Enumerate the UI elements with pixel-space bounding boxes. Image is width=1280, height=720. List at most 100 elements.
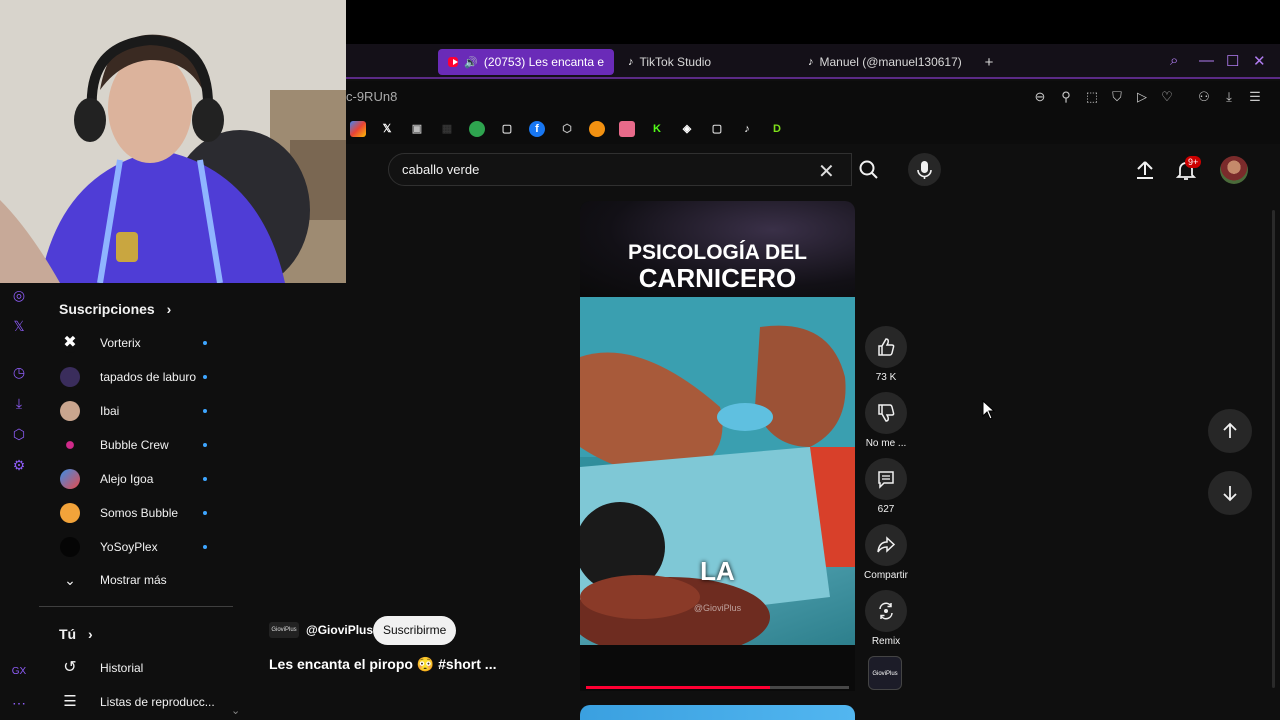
sidebar-item-vorterix[interactable]: ✖ Vorterix <box>60 330 220 356</box>
remix-button[interactable] <box>865 590 907 632</box>
short-video-frame <box>580 297 855 657</box>
previous-short-button[interactable] <box>1208 409 1252 453</box>
webcam-overlay <box>0 0 346 283</box>
bookmark-dark-icon[interactable]: ▦ <box>439 121 455 137</box>
send-icon[interactable]: ▷ <box>1133 88 1151 106</box>
more-icon[interactable]: ⋯ <box>10 694 28 712</box>
next-short-preview[interactable] <box>580 705 855 720</box>
download-icon[interactable]: ⤓ <box>10 394 28 412</box>
chevron-down-icon: ⌄ <box>64 572 76 588</box>
sidebar-item-label: Alejo Igoa <box>100 472 154 486</box>
gx-icon[interactable]: GX <box>10 663 28 681</box>
sidebar-item-somos-bubble[interactable]: Somos Bubble <box>60 500 220 526</box>
account-icon[interactable]: ⚇ <box>1195 88 1213 106</box>
tiktok-icon: ♪ <box>628 56 634 68</box>
sidebar-item-label: Vorterix <box>100 336 141 350</box>
new-tab-button[interactable]: + <box>978 49 1000 75</box>
user-avatar[interactable] <box>1220 156 1248 184</box>
arrow-up-icon <box>1223 422 1237 438</box>
bookmark-page-icon[interactable]: ▢ <box>499 121 515 137</box>
search-button[interactable] <box>852 153 886 186</box>
thumbs-down-icon <box>878 404 895 422</box>
sidebar-item-label: Somos Bubble <box>100 506 179 520</box>
heart-icon[interactable]: ♡ <box>1158 88 1176 106</box>
bookmark-d-icon[interactable]: D <box>769 121 785 137</box>
sidebar-item-tapados-de-laburo[interactable]: tapados de laburo <box>60 364 220 390</box>
upload-icon <box>1137 161 1153 179</box>
instagram-icon[interactable]: ◎ <box>10 286 28 304</box>
snapshot-icon[interactable]: ⬚ <box>1083 88 1101 106</box>
browser-tab-tiktok-profile[interactable]: ♪ Manuel (@manuel130617) <box>798 49 978 75</box>
sidebar-item-yosoyplex[interactable]: YoSoyPlex <box>60 534 220 560</box>
short-title[interactable]: Les encanta el piropo 😳 #short ... <box>269 656 496 673</box>
browser-tab-tiktok-studio[interactable]: ♪ TikTok Studio <box>618 49 788 75</box>
sidebar-item-alejo-igoa[interactable]: Alejo Igoa <box>60 466 220 492</box>
search-icon <box>859 160 878 179</box>
sidebar-item-playlists[interactable]: ☰ Listas de reproducc... <box>60 689 220 715</box>
bookmark-green-icon[interactable] <box>469 121 485 137</box>
mouse-cursor-icon <box>982 399 996 425</box>
bookmark-tiktok-icon[interactable]: ♪ <box>739 121 755 137</box>
search-tabs-icon[interactable]: ⌕ <box>1170 52 1178 69</box>
bookmark-cube-icon[interactable]: ⬡ <box>559 121 575 137</box>
shield-icon[interactable]: ⛉ <box>1108 88 1126 106</box>
bookmark-image-icon[interactable]: ▣ <box>409 121 425 137</box>
channel-avatar[interactable]: GioviPlus <box>269 622 299 638</box>
bookmark-x-icon[interactable]: 𝕏 <box>379 121 395 137</box>
alejo-igoa-avatar <box>60 469 80 489</box>
dislike-label: No me ... <box>865 438 907 449</box>
new-content-dot <box>203 477 207 481</box>
short-progress-bar[interactable] <box>586 686 849 689</box>
bookmark-facebook-icon[interactable]: f <box>529 121 545 137</box>
vorterix-avatar: ✖ <box>60 333 80 353</box>
chevron-right-icon: › <box>166 301 172 317</box>
subscribe-button[interactable]: Suscribirme <box>373 616 457 645</box>
dislike-button[interactable] <box>865 392 907 434</box>
sidebar-item-history[interactable]: ↺ Historial <box>60 655 220 681</box>
search-input[interactable]: caballo verde <box>388 153 852 186</box>
somos-bubble-avatar <box>60 503 80 523</box>
sidebar-item-label: YoSoyPlex <box>100 540 158 554</box>
short-player[interactable]: PSICOLOGÍA DEL CARNICERO LA @GioviPlus <box>580 201 855 691</box>
sidebar-item-bubble-crew[interactable]: Bubble Crew <box>60 432 220 458</box>
upload-button[interactable] <box>1134 158 1156 187</box>
extensions-icon[interactable]: ⬡ <box>10 425 28 443</box>
next-short-button[interactable] <box>1208 471 1252 515</box>
zoom-out-icon[interactable]: ⊖ <box>1031 88 1049 106</box>
minimize-icon[interactable]: — <box>1199 52 1214 69</box>
settings-icon[interactable]: ⚙ <box>10 456 28 474</box>
show-more-button[interactable]: ⌄ Mostrar más <box>60 567 220 593</box>
guide-divider <box>39 606 233 607</box>
you-heading[interactable]: Tú › <box>59 626 93 642</box>
new-content-dot <box>203 341 207 345</box>
bookmark-copilot-icon[interactable] <box>350 121 366 137</box>
like-button[interactable] <box>865 326 907 368</box>
streamer-figure <box>0 0 346 283</box>
pin-icon[interactable]: ⚲ <box>1057 88 1075 106</box>
download-icon[interactable]: ⤓ <box>1220 88 1238 106</box>
maximize-icon[interactable]: ☐ <box>1226 52 1239 70</box>
clear-search-icon[interactable]: ✕ <box>818 159 835 184</box>
bookmark-kick-icon[interactable]: K <box>649 121 665 137</box>
bookmark-discord-icon[interactable]: ◈ <box>679 121 695 137</box>
sidebar-item-label: Ibai <box>100 404 120 418</box>
sound-thumbnail[interactable]: GioviPlus <box>868 656 902 690</box>
voice-search-button[interactable] <box>908 153 941 186</box>
short-overlay-title-line2: CARNICERO <box>638 263 797 293</box>
bookmark-orange-icon[interactable] <box>589 121 605 137</box>
url-text[interactable]: c-9RUn8 <box>346 89 397 104</box>
close-window-icon[interactable]: ✕ <box>1253 52 1266 70</box>
share-button[interactable] <box>865 524 907 566</box>
channel-name[interactable]: @GioviPlus <box>306 623 373 637</box>
subscriptions-heading[interactable]: Suscripciones › <box>59 301 171 317</box>
clock-icon[interactable]: ◷ <box>10 363 28 381</box>
bookmark-pink-icon[interactable] <box>619 121 635 137</box>
sidebar-item-ibai[interactable]: Ibai <box>60 398 220 424</box>
menu-icon[interactable]: ☰ <box>1246 88 1264 106</box>
browser-tab-youtube[interactable]: 🔊 (20753) Les encanta e <box>438 49 614 75</box>
page-scrollbar[interactable] <box>1272 210 1275 688</box>
bookmark-doc-icon[interactable]: ▢ <box>709 121 725 137</box>
comments-button[interactable] <box>865 458 907 500</box>
scroll-down-icon[interactable]: ⌄ <box>231 704 240 717</box>
x-icon[interactable]: 𝕏 <box>10 317 28 335</box>
